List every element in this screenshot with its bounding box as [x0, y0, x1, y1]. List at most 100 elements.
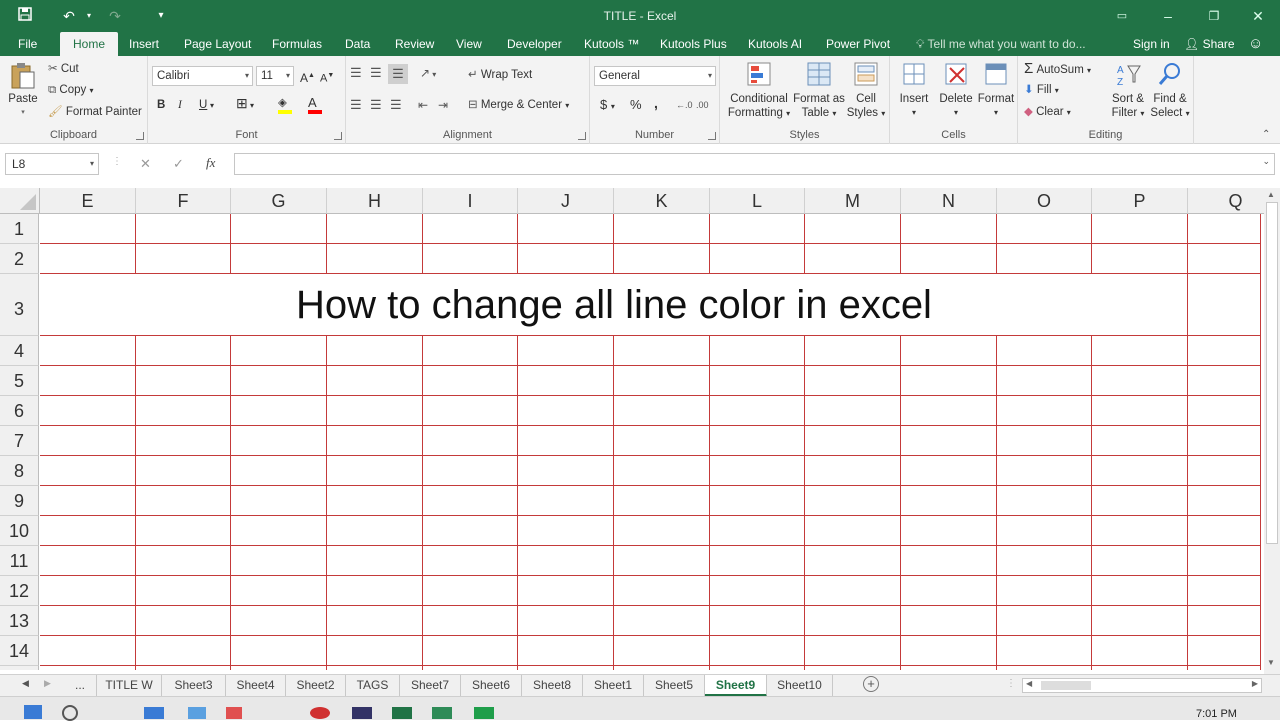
taskbar-app-icon[interactable]	[432, 707, 452, 719]
conditional-formatting-button[interactable]: Conditional Formatting ▾	[726, 60, 792, 121]
number-format-select[interactable]: General ▾	[594, 66, 716, 86]
tab-kutools[interactable]: Kutools ™	[576, 32, 647, 56]
restore-icon[interactable]: ❐	[1194, 4, 1234, 28]
row-header[interactable]: 4	[0, 336, 39, 366]
increase-indent-icon[interactable]: ⇥	[438, 98, 448, 112]
tab-file[interactable]: File	[10, 32, 45, 56]
borders-icon[interactable]: ⊞ ▾	[236, 96, 254, 113]
alignment-launcher-icon[interactable]	[578, 132, 586, 140]
format-cells-button[interactable]: Format ▾	[976, 60, 1016, 120]
column-header[interactable]: I	[423, 188, 518, 214]
chevron-down-icon[interactable]: ▾	[90, 154, 94, 174]
close-icon[interactable]: ✕	[1238, 4, 1278, 28]
sheet-tab[interactable]: Sheet2	[286, 675, 346, 697]
formula-input[interactable]: ⌄	[234, 153, 1275, 175]
merge-center-button[interactable]: ⊟ Merge & Center ▾	[468, 98, 569, 113]
smiley-icon[interactable]: ☺	[1240, 32, 1271, 56]
scroll-thumb[interactable]	[1041, 681, 1091, 690]
sheet-tab-active[interactable]: Sheet9	[705, 675, 767, 697]
collapse-ribbon-icon[interactable]: ⌃	[1262, 128, 1270, 142]
row-header[interactable]: 1	[0, 214, 39, 244]
align-right-icon[interactable]: ☰	[390, 98, 402, 112]
align-center-icon[interactable]: ☰	[370, 98, 382, 112]
top-align-icon[interactable]: ☰	[350, 66, 362, 80]
column-header[interactable]: O	[997, 188, 1092, 214]
format-as-table-button[interactable]: Format as Table ▾	[792, 60, 846, 121]
row-header[interactable]: 9	[0, 486, 39, 516]
fill-color-button[interactable]: ◈	[278, 96, 292, 114]
column-header[interactable]: K	[614, 188, 710, 214]
row-header[interactable]: 10	[0, 516, 39, 546]
cut-button[interactable]: ✂ Cut	[48, 62, 79, 76]
font-launcher-icon[interactable]	[334, 132, 342, 140]
enter-icon[interactable]: ✓	[173, 156, 184, 172]
row-header[interactable]: 7	[0, 426, 39, 456]
windows-start-icon[interactable]	[24, 705, 42, 719]
column-header[interactable]: J	[518, 188, 614, 214]
scroll-thumb[interactable]	[1266, 202, 1278, 544]
taskbar-app-icon[interactable]	[188, 707, 206, 719]
column-header[interactable]: Q	[1188, 188, 1264, 214]
clipboard-launcher-icon[interactable]	[136, 132, 144, 140]
font-family-select[interactable]: Calibri ▾	[152, 66, 253, 86]
tab-data[interactable]: Data	[337, 32, 378, 56]
select-all-corner[interactable]	[0, 188, 40, 214]
column-header[interactable]: M	[805, 188, 901, 214]
scroll-up-icon[interactable]: ▲	[1267, 190, 1275, 199]
sign-in-link[interactable]: Sign in	[1125, 32, 1178, 56]
sheet-tab[interactable]: Sheet4	[226, 675, 286, 697]
comma-button[interactable]: ,	[654, 96, 658, 110]
row-header[interactable]: 6	[0, 396, 39, 426]
orientation-icon[interactable]: ↗ ▾	[420, 66, 436, 82]
vertical-scrollbar[interactable]: ▲ ▼	[1264, 188, 1280, 674]
minimize-icon[interactable]: –	[1148, 4, 1188, 28]
taskbar-app-icon[interactable]	[310, 707, 330, 719]
tab-developer[interactable]: Developer	[499, 32, 570, 56]
scroll-right-icon[interactable]: ▶	[1252, 679, 1258, 688]
sheet-tab[interactable]: Sheet5	[644, 675, 705, 697]
row-header[interactable]: 3	[0, 274, 39, 336]
tab-kutools-ai[interactable]: Kutools AI	[740, 32, 810, 56]
middle-align-icon[interactable]: ☰	[370, 66, 382, 80]
font-color-button[interactable]: A	[308, 96, 322, 114]
row-header[interactable]	[0, 666, 39, 670]
increase-font-icon[interactable]: A▲	[300, 69, 315, 85]
sheet-tab[interactable]: TAGS	[346, 675, 400, 697]
horizontal-scrollbar[interactable]: ◀ ▶	[1022, 678, 1262, 693]
spreadsheet-grid[interactable]: E F G H I J K L M N O P Q 1 2 3 4 5 6 7 …	[0, 188, 1264, 670]
merged-title-cell[interactable]: How to change all line color in excel	[40, 282, 1188, 328]
row-header[interactable]: 5	[0, 366, 39, 396]
sort-filter-button[interactable]: AZ Sort & Filter ▾	[1108, 60, 1148, 121]
font-size-select[interactable]: 11 ▾	[256, 66, 294, 86]
format-painter-button[interactable]: 🖌︎ Format Painter	[48, 105, 142, 119]
taskbar-excel-icon[interactable]	[392, 707, 412, 719]
autosum-button[interactable]: Σ AutoSum ▾	[1024, 61, 1091, 78]
tab-home[interactable]: Home	[60, 32, 119, 56]
bottom-align-icon[interactable]: ☰	[388, 64, 408, 84]
tell-me-box[interactable]: 💡︎ Tell me what you want to do...	[908, 32, 1094, 56]
italic-button[interactable]: I	[178, 98, 182, 112]
cell-styles-button[interactable]: Cell Styles ▾	[846, 60, 886, 121]
number-launcher-icon[interactable]	[708, 132, 716, 140]
row-header[interactable]: 8	[0, 456, 39, 486]
sheet-tab-more[interactable]: ...	[64, 675, 96, 697]
cancel-icon[interactable]: ✕	[140, 156, 151, 172]
underline-button[interactable]: U	[199, 98, 207, 112]
add-sheet-icon[interactable]: +	[863, 676, 879, 692]
tab-insert[interactable]: Insert	[121, 32, 167, 56]
tab-formulas[interactable]: Formulas	[264, 32, 330, 56]
sheet-tab[interactable]: Sheet10	[767, 675, 833, 697]
tab-power-pivot[interactable]: Power Pivot	[818, 32, 898, 56]
taskbar-app-icon[interactable]	[144, 707, 164, 719]
sheet-tab[interactable]: Sheet8	[522, 675, 583, 697]
column-header[interactable]: F	[136, 188, 231, 214]
tab-review[interactable]: Review	[387, 32, 442, 56]
sheet-tab[interactable]: TITLE W	[96, 675, 162, 697]
row-header[interactable]: 12	[0, 576, 39, 606]
clear-button[interactable]: ◆ Clear ▾	[1024, 105, 1071, 120]
currency-button[interactable]: $ ▾	[600, 98, 615, 114]
taskbar-app-icon[interactable]	[474, 707, 494, 719]
decrease-indent-icon[interactable]: ⇤	[418, 98, 428, 112]
sheet-tab[interactable]: Sheet6	[461, 675, 522, 697]
increase-decimal-icon[interactable]: ←.0	[676, 98, 693, 112]
